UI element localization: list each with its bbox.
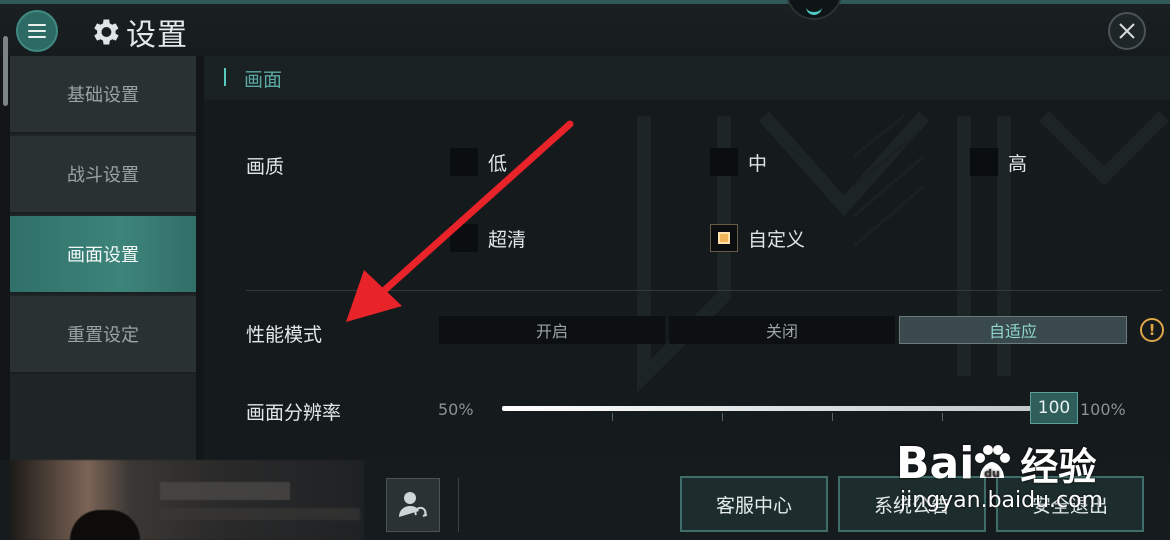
baidu-watermark: Bai du 经验 jingyan.baidu.com [896,408,1116,518]
slider-tick [612,413,613,421]
checkbox[interactable] [710,148,738,176]
settings-content: 画面 画质 低 中 高 超清 自定义 性能模式 开启 关闭 自适应 ! 画面分辨… [204,56,1170,460]
user-swap-icon [399,492,428,517]
portrait-figure [70,510,140,540]
paw-icon: du [975,444,1011,480]
sidebar-item-label: 画面设置 [67,245,139,266]
watermark-url: jingyan.baidu.com [900,488,1104,513]
section-marker [224,68,226,86]
footer-divider [458,478,459,532]
sidebar-scrollbar[interactable] [3,36,8,106]
option-label: 中 [748,152,768,175]
checkbox[interactable] [970,148,998,176]
resolution-label: 画面分辨率 [246,402,342,424]
checkbox[interactable] [450,224,478,252]
section-divider [246,290,1162,291]
option-label: 超清 [488,228,527,251]
sidebar-item-basic[interactable]: 基础设置 [10,56,196,134]
section-header: 画面 [204,56,1170,100]
section-title: 画面 [244,69,283,91]
watermark-logo: Bai du 经验 [896,436,1096,491]
menu-icon [28,24,46,38]
menu-button[interactable] [16,10,58,52]
background-decoration [637,111,1169,393]
close-button[interactable] [1108,12,1146,50]
settings-sidebar: 基础设置 战斗设置 画面设置 重置设定 [10,56,196,460]
player-portrait[interactable] [10,460,364,540]
performance-option-off[interactable]: 关闭 [669,316,895,344]
player-name-blurred [160,482,290,500]
quality-option-high[interactable]: 高 [970,148,1027,176]
sidebar-item-label: 重置设定 [67,325,139,346]
sidebar-item-graphics[interactable]: 画面设置 [10,216,196,294]
performance-mode-label: 性能模式 [246,324,323,346]
svg-text:du: du [984,467,1000,480]
sidebar-item-battle[interactable]: 战斗设置 [10,136,196,214]
switch-account-button[interactable] [386,478,440,532]
player-info-blurred [160,508,360,520]
gear-icon [94,19,119,45]
customer-service-button[interactable]: 客服中心 [680,476,828,532]
checkbox[interactable] [450,148,478,176]
page-header: 设置 [88,12,188,53]
performance-option-on[interactable]: 开启 [439,316,665,344]
sidebar-item-label: 战斗设置 [67,165,139,186]
sidebar-item-reset[interactable]: 重置设定 [10,296,196,374]
slider-tick [722,413,723,421]
option-label: 自定义 [748,228,806,251]
resolution-min-label: 50% [438,400,474,419]
checkbox-checked[interactable] [710,224,738,252]
performance-option-adaptive[interactable]: 自适应 [899,316,1127,344]
option-label: 高 [1008,152,1028,175]
sidebar-item-label: 基础设置 [67,85,139,106]
option-label: 低 [488,152,508,175]
slider-tick [832,413,833,421]
page-title: 设置 [126,18,188,53]
warning-icon[interactable]: ! [1140,318,1164,342]
close-icon [1119,23,1135,39]
quality-option-low[interactable]: 低 [450,148,507,176]
quality-option-medium[interactable]: 中 [710,148,767,176]
watermark-logo-text: Bai [896,438,975,489]
quality-label: 画质 [246,156,285,178]
quality-option-ultra[interactable]: 超清 [450,224,526,252]
quality-option-custom[interactable]: 自定义 [710,224,805,252]
watermark-cn: 经验 [1020,445,1097,489]
